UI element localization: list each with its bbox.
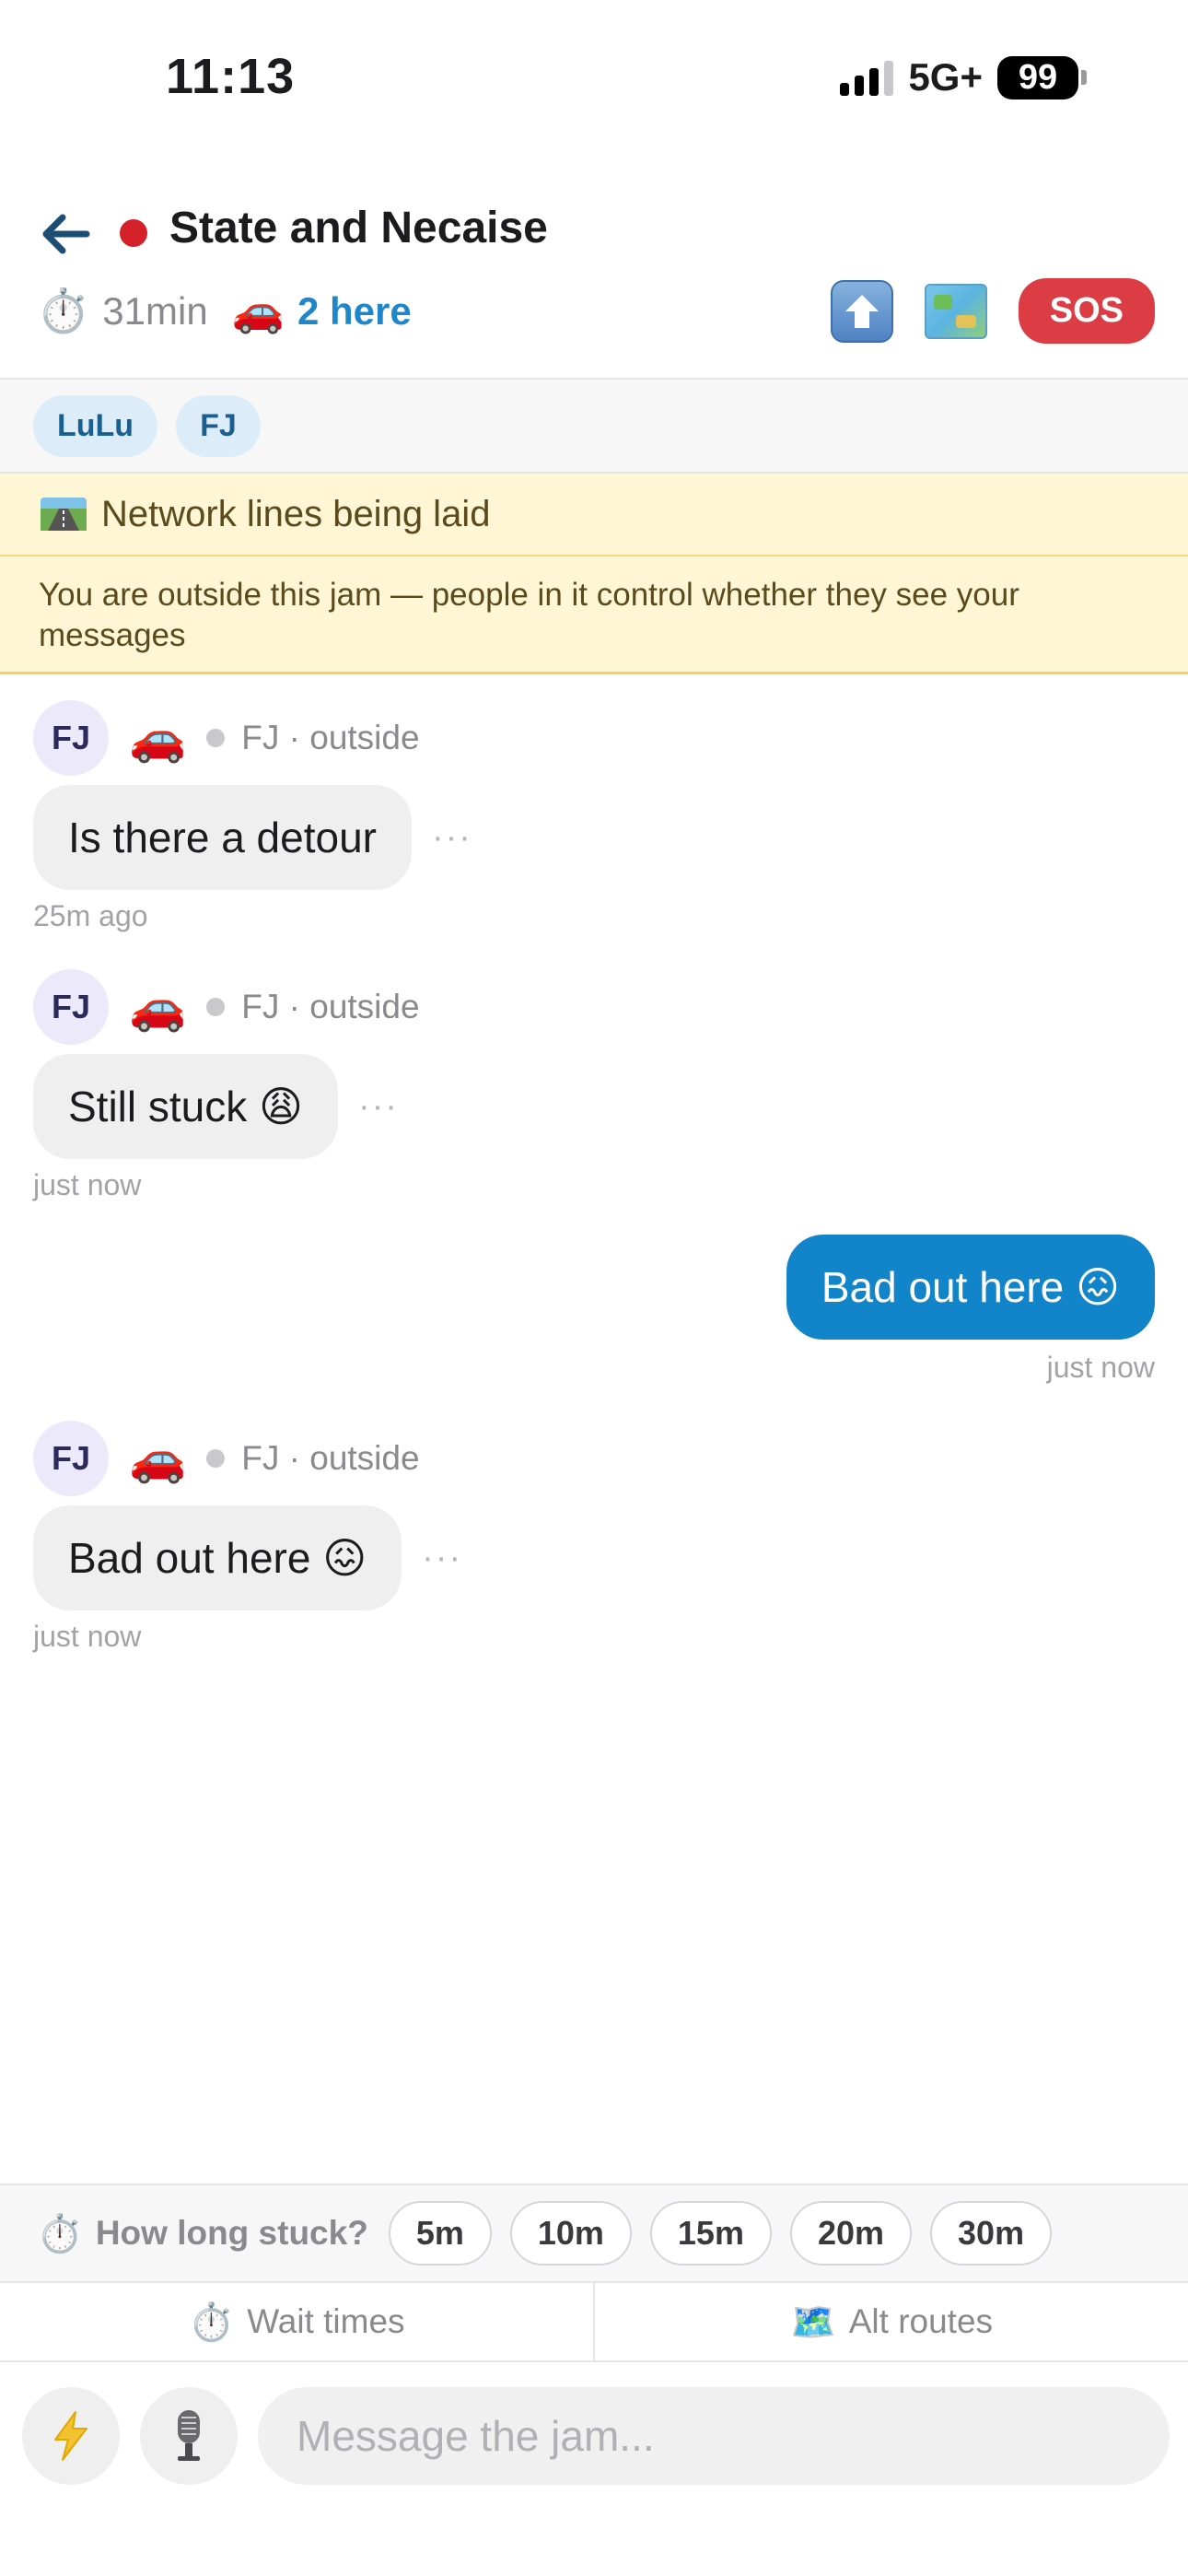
avatar[interactable]: FJ bbox=[33, 969, 109, 1045]
message-bubble[interactable]: Is there a detour bbox=[33, 785, 412, 890]
my-message-bubble[interactable]: Bad out here 😖 bbox=[786, 1235, 1155, 1340]
message-bubble[interactable]: Bad out here 😖 bbox=[33, 1505, 402, 1610]
tab-wait-times[interactable]: ⏱️ Wait times bbox=[0, 2283, 593, 2360]
stuck-duration-label: ⏱️ How long stuck? bbox=[37, 2213, 368, 2254]
sos-button[interactable]: SOS bbox=[1018, 278, 1155, 344]
message-composer bbox=[0, 2362, 1188, 2510]
participant-list: LuLu FJ bbox=[0, 380, 1188, 474]
road-icon bbox=[41, 498, 87, 531]
signal-icon bbox=[840, 59, 894, 96]
car-icon: 🚗 bbox=[129, 1432, 187, 1484]
message-timestamp: 25m ago bbox=[33, 899, 148, 932]
lightning-icon bbox=[54, 2411, 87, 2461]
duration-option-20m[interactable]: 20m bbox=[789, 2201, 913, 2266]
network-banner: Network lines being laid bbox=[0, 474, 1188, 556]
duration-option-15m[interactable]: 15m bbox=[649, 2201, 772, 2266]
network-type: 5G+ bbox=[908, 55, 983, 99]
message-input[interactable] bbox=[258, 2387, 1170, 2485]
duration-option-30m[interactable]: 30m bbox=[930, 2201, 1053, 2266]
status-time: 11:13 bbox=[166, 49, 296, 104]
bottom-tabs: ⏱️ Wait times 🗺️ Alt routes bbox=[0, 2283, 1188, 2362]
status-dot bbox=[206, 998, 226, 1016]
sender-label: FJ · outside bbox=[241, 719, 420, 756]
car-icon: 🚗 bbox=[129, 980, 187, 1033]
more-options-icon[interactable]: ··· bbox=[422, 1539, 462, 1578]
status-dot bbox=[206, 729, 226, 747]
more-options-icon[interactable]: ··· bbox=[358, 1087, 399, 1127]
map-icon[interactable] bbox=[924, 283, 987, 339]
avatar[interactable]: FJ bbox=[33, 700, 109, 776]
duration-option-10m[interactable]: 10m bbox=[509, 2201, 632, 2266]
battery-icon: 99 bbox=[997, 55, 1087, 100]
message-bubble[interactable]: Still stuck 😩 bbox=[33, 1054, 338, 1159]
message-item: FJ 🚗 FJ · outside Still stuck 😩 ··· just… bbox=[33, 969, 420, 1202]
more-options-icon[interactable]: ··· bbox=[432, 818, 472, 858]
message-item: FJ 🚗 FJ · outside Bad out here 😖 ··· jus… bbox=[33, 1421, 462, 1654]
jam-duration: 31min bbox=[102, 288, 208, 333]
tab-alt-routes[interactable]: 🗺️ Alt routes bbox=[593, 2283, 1188, 2360]
stopwatch-icon: ⏱️ bbox=[37, 2213, 83, 2254]
stopwatch-icon: ⏱️ bbox=[37, 287, 90, 334]
message-item: FJ 🚗 FJ · outside Is there a detour ··· … bbox=[33, 700, 472, 933]
map-icon: 🗺️ bbox=[789, 2301, 836, 2343]
sender-label: FJ · outside bbox=[241, 1439, 420, 1477]
my-message-item: Bad out here 😖 just now bbox=[786, 1235, 1155, 1385]
message-timestamp: just now bbox=[33, 1168, 142, 1201]
status-bar: 11:13 5G+ 99 bbox=[0, 0, 1188, 166]
here-count-link[interactable]: 2 here bbox=[297, 289, 412, 334]
status-dot bbox=[206, 1449, 226, 1468]
lightning-button[interactable] bbox=[22, 2387, 120, 2485]
participant-chip-fj[interactable]: FJ bbox=[176, 394, 261, 457]
up-arrow-icon[interactable] bbox=[830, 279, 893, 343]
participant-chip-lulu[interactable]: LuLu bbox=[33, 394, 158, 457]
outside-notice: You are outside this jam — people in it … bbox=[0, 556, 1188, 674]
jam-header: State and Necaise ⏱️ 31min 🚗 2 here SOS bbox=[0, 184, 1188, 380]
car-icon: 🚗 bbox=[129, 711, 187, 764]
battery-level: 99 bbox=[997, 55, 1078, 100]
microphone-icon bbox=[178, 2410, 200, 2461]
jam-meta: ⏱️ 31min 🚗 2 here bbox=[37, 286, 412, 336]
avatar[interactable]: FJ bbox=[33, 1421, 109, 1496]
duration-option-5m[interactable]: 5m bbox=[388, 2201, 492, 2266]
live-indicator bbox=[120, 219, 147, 247]
header-actions: SOS bbox=[830, 278, 1155, 344]
message-timestamp: just now bbox=[1046, 1351, 1155, 1384]
message-timestamp: just now bbox=[33, 1620, 142, 1653]
voice-button[interactable] bbox=[140, 2387, 238, 2485]
back-arrow-icon[interactable] bbox=[37, 206, 92, 262]
stuck-duration-bar: ⏱️ How long stuck? 5m 10m 15m 20m 30m bbox=[0, 2184, 1188, 2283]
status-indicators: 5G+ 99 bbox=[840, 55, 1087, 100]
car-icon: 🚗 bbox=[231, 287, 285, 334]
network-banner-text: Network lines being laid bbox=[101, 493, 491, 534]
stopwatch-icon: ⏱️ bbox=[188, 2301, 235, 2343]
page-title: State and Necaise bbox=[169, 204, 548, 252]
sender-label: FJ · outside bbox=[241, 988, 420, 1025]
